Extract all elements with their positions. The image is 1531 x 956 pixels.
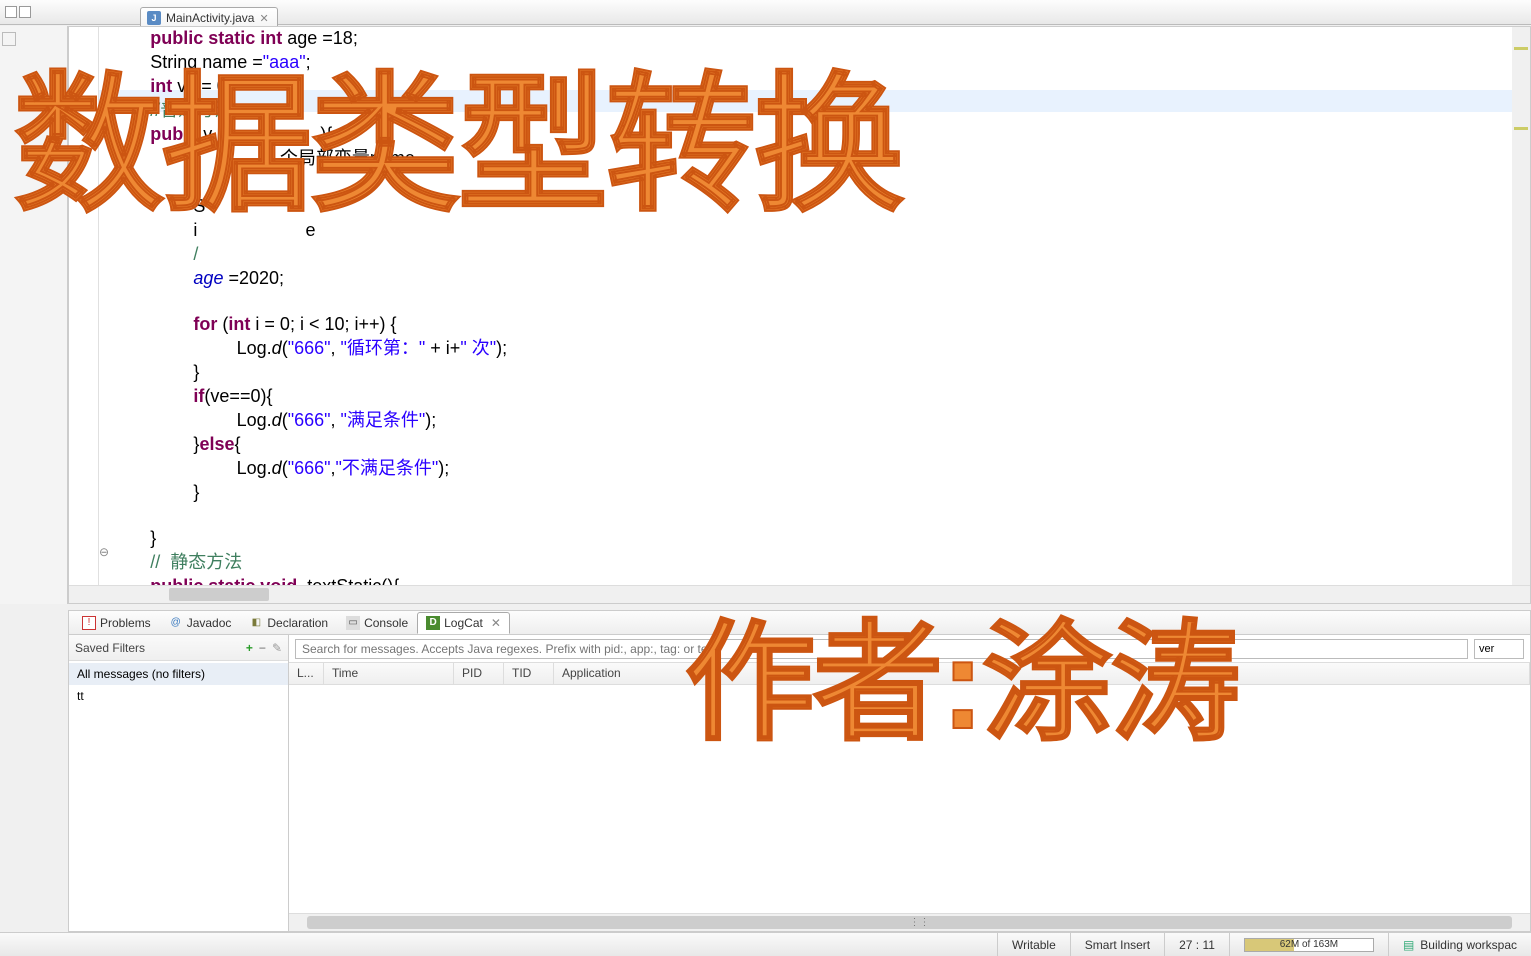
java-file-icon: J xyxy=(147,11,161,25)
remove-filter-icon[interactable]: − xyxy=(259,641,266,655)
status-insert-mode: Smart Insert xyxy=(1070,933,1164,956)
scrollbar-marker xyxy=(1514,47,1528,50)
problems-icon: ! xyxy=(82,616,96,630)
line-gutter xyxy=(69,27,99,585)
javadoc-icon: @ xyxy=(169,616,183,630)
status-writable: Writable xyxy=(997,933,1070,956)
filters-title: Saved Filters xyxy=(75,641,145,655)
log-main-area: L... Time PID TID Application ⋮⋮ xyxy=(289,635,1530,931)
search-input[interactable] xyxy=(295,639,1468,659)
filter-actions: + − ✎ xyxy=(246,641,282,655)
log-rows-empty xyxy=(289,685,1530,913)
memory-bar[interactable]: 62M of 163M xyxy=(1244,938,1374,952)
editor-vertical-scrollbar[interactable] xyxy=(1512,27,1530,585)
filters-header: Saved Filters + − ✎ xyxy=(69,635,288,661)
col-pid[interactable]: PID xyxy=(454,663,504,684)
log-search-row xyxy=(289,635,1530,663)
tab-mainactivity[interactable]: J MainActivity.java ✕ xyxy=(140,7,278,28)
scrollbar-thumb[interactable] xyxy=(169,588,269,601)
status-bar: Writable Smart Insert 27 : 11 62M of 163… xyxy=(0,932,1531,956)
logcat-icon: D xyxy=(426,616,440,630)
declaration-icon: ◧ xyxy=(249,616,263,630)
edit-filter-icon[interactable]: ✎ xyxy=(272,641,282,655)
close-icon[interactable]: ✕ xyxy=(491,616,501,630)
tab-declaration[interactable]: ◧Declaration xyxy=(240,612,337,634)
code-editor[interactable]: public static int age =18; String name =… xyxy=(68,26,1531,604)
editor-horizontal-scrollbar[interactable] xyxy=(69,585,1530,603)
tab-filename: MainActivity.java xyxy=(166,11,254,25)
saved-filters-pane: Saved Filters + − ✎ All messages (no fil… xyxy=(69,635,289,931)
log-horizontal-scrollbar[interactable]: ⋮⋮ xyxy=(289,913,1530,931)
left-gutter-strip xyxy=(0,26,68,604)
tab-console[interactable]: ▭Console xyxy=(337,612,417,634)
status-spacer xyxy=(0,933,997,956)
console-icon: ▭ xyxy=(346,616,360,630)
editor-tabs: J MainActivity.java ✕ xyxy=(0,0,278,28)
col-time[interactable]: Time xyxy=(324,663,454,684)
bottom-views-panel: !Problems @Javadoc ◧Declaration ▭Console… xyxy=(68,610,1531,932)
filter-all-messages[interactable]: All messages (no filters) xyxy=(69,663,288,685)
status-build-progress: ▤ Building workspac xyxy=(1388,933,1531,956)
add-filter-icon[interactable]: + xyxy=(246,641,253,655)
status-memory[interactable]: 62M of 163M xyxy=(1229,933,1388,956)
filter-tt[interactable]: tt xyxy=(69,685,288,707)
tab-logcat[interactable]: DLogCat✕ xyxy=(417,612,510,634)
close-icon[interactable]: ✕ xyxy=(259,12,268,25)
code-content[interactable]: public static int age =18; String name =… xyxy=(99,27,1512,585)
tab-problems[interactable]: !Problems xyxy=(73,612,160,634)
log-level-select[interactable] xyxy=(1474,639,1524,659)
col-tid[interactable]: TID xyxy=(504,663,554,684)
col-level[interactable]: L... xyxy=(289,663,324,684)
log-table-header: L... Time PID TID Application xyxy=(289,663,1530,685)
package-explorer-icon[interactable] xyxy=(2,32,16,46)
progress-icon: ▤ xyxy=(1403,938,1414,952)
tab-javadoc[interactable]: @Javadoc xyxy=(160,612,241,634)
views-tab-row: !Problems @Javadoc ◧Declaration ▭Console… xyxy=(69,611,1530,635)
col-application[interactable]: Application xyxy=(554,663,1530,684)
filters-list: All messages (no filters) tt xyxy=(69,661,288,931)
status-cursor-position: 27 : 11 xyxy=(1164,933,1229,956)
scrollbar-grip-icon: ⋮⋮ xyxy=(910,917,918,927)
scrollbar-marker xyxy=(1514,127,1528,130)
logcat-body: Saved Filters + − ✎ All messages (no fil… xyxy=(69,635,1530,931)
